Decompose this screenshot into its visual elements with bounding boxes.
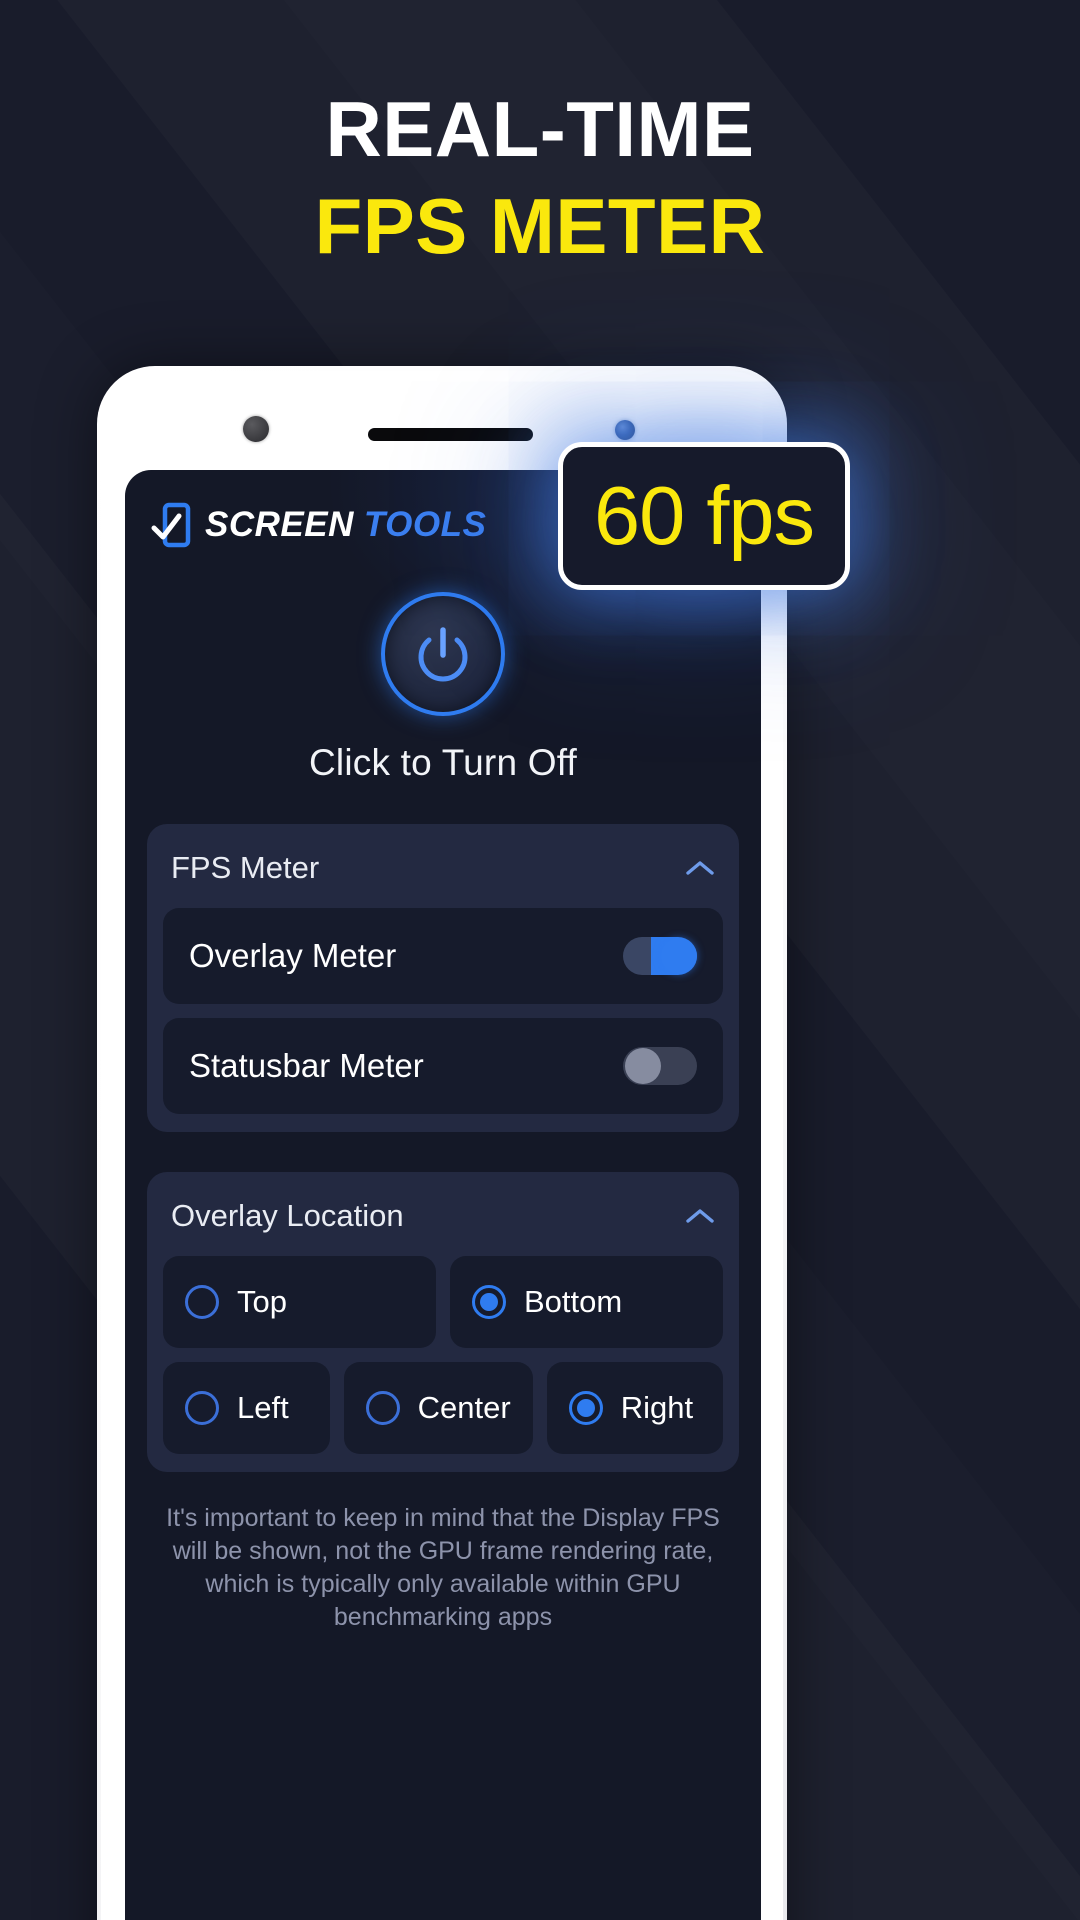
- overlay-location-options: Top Bottom Left Center Right: [147, 1256, 739, 1454]
- power-button[interactable]: [381, 592, 505, 716]
- radio-icon-selected: [472, 1285, 506, 1319]
- earpiece-speaker: [368, 428, 533, 441]
- power-icon: [411, 622, 475, 686]
- overlay-location-card-title: Overlay Location: [171, 1198, 404, 1233]
- chevron-up-icon[interactable]: [685, 859, 715, 877]
- fps-meter-card: FPS Meter Overlay Meter Statusbar Meter: [147, 824, 739, 1132]
- radio-icon: [185, 1285, 219, 1319]
- proximity-sensor-icon: [615, 420, 635, 440]
- row-label: Overlay Meter: [189, 937, 397, 974]
- logo-word-tools: TOOLS: [363, 505, 487, 544]
- radio-icon: [185, 1391, 219, 1425]
- radio-icon-selected: [568, 1391, 603, 1425]
- radio-label: Bottom: [524, 1284, 623, 1319]
- overlay-location-row-2: Left Center Right: [163, 1362, 723, 1454]
- phone-mockup: SCREENTOOLS Click to Turn Off FPS Meter: [97, 366, 787, 1920]
- disclaimer-text: It's important to keep in mind that the …: [166, 1504, 720, 1631]
- radio-label: Top: [237, 1284, 287, 1319]
- radio-option-right[interactable]: Right: [546, 1362, 723, 1454]
- toggle-statusbar-meter[interactable]: [623, 1047, 697, 1085]
- front-camera-icon: [243, 416, 269, 442]
- fps-meter-card-header[interactable]: FPS Meter: [147, 824, 739, 908]
- headline-line-1: REAL-TIME: [325, 85, 755, 173]
- radio-label: Left: [237, 1390, 289, 1425]
- fps-meter-card-title: FPS Meter: [171, 850, 320, 885]
- chevron-up-icon[interactable]: [685, 1207, 715, 1225]
- row-statusbar-meter[interactable]: Statusbar Meter: [163, 1018, 723, 1114]
- toggle-knob: [625, 1048, 661, 1084]
- overlay-location-card-header[interactable]: Overlay Location: [147, 1172, 739, 1256]
- radio-option-bottom[interactable]: Bottom: [450, 1256, 723, 1348]
- fps-badge: 60 fps: [558, 442, 850, 590]
- radio-option-top[interactable]: Top: [163, 1256, 436, 1348]
- app-logo-text: SCREEN TOOLS: [205, 505, 486, 545]
- row-overlay-meter[interactable]: Overlay Meter: [163, 908, 723, 1004]
- radio-label: Center: [417, 1390, 511, 1425]
- radio-label: Right: [620, 1390, 694, 1425]
- toggle-overlay-meter[interactable]: [623, 937, 697, 975]
- headline-line-2: FPS METER: [314, 181, 766, 270]
- toggle-knob: [661, 938, 697, 974]
- row-label: Statusbar Meter: [189, 1047, 424, 1084]
- radio-option-left[interactable]: Left: [163, 1362, 330, 1454]
- radio-option-center[interactable]: Center: [343, 1362, 533, 1454]
- app-screen: SCREENTOOLS Click to Turn Off FPS Meter: [125, 470, 761, 1920]
- overlay-location-card: Overlay Location Top Bottom Left Center …: [147, 1172, 739, 1472]
- headline: REAL-TIME FPS METER: [0, 88, 1080, 267]
- fps-badge-value: 60 fps: [593, 469, 815, 562]
- overlay-location-row-1: Top Bottom: [163, 1256, 723, 1348]
- radio-icon: [365, 1391, 400, 1425]
- power-label: Click to Turn Off: [309, 742, 577, 783]
- logo-word-screen: SCREEN: [205, 505, 354, 544]
- power-section: Click to Turn Off: [147, 592, 739, 784]
- screen-check-icon: [151, 502, 191, 548]
